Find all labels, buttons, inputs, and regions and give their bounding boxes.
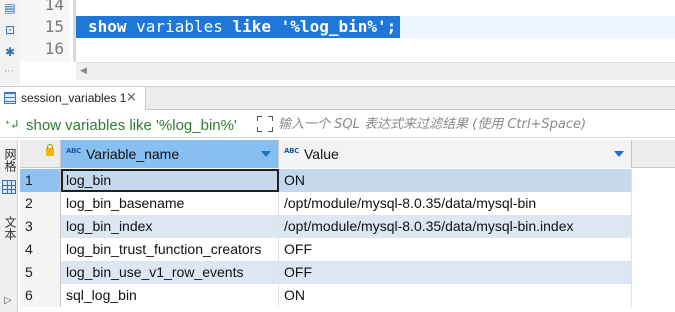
cell-value[interactable]: ON [279, 169, 632, 192]
query-text: show variables like '%log_bin%' [26, 117, 237, 134]
document-icon[interactable]: ▤ [2, 0, 18, 16]
cell-variable-name[interactable]: log_bin_trust_function_creators [61, 238, 279, 261]
cell-value[interactable]: /opt/module/mysql-8.0.35/data/mysql-bin [279, 192, 632, 215]
column-name: Variable_name [86, 146, 180, 162]
cell-variable-name[interactable]: log_bin [61, 169, 279, 192]
cell-variable-name[interactable]: sql_log_bin [61, 284, 279, 307]
tab-label: session_variables 1 [21, 91, 127, 105]
table-row[interactable]: 3 log_bin_index /opt/module/mysql-8.0.35… [20, 215, 675, 238]
chevron-down-icon[interactable] [261, 151, 271, 157]
table-row[interactable]: 1 log_bin ON [20, 169, 675, 192]
chevron-down-icon[interactable] [614, 151, 624, 157]
close-icon[interactable]: × [126, 90, 137, 105]
row-number[interactable]: 4 [20, 238, 61, 261]
sql-editor[interactable]: ▤ ⊡ ✱ ⋯ 14 15 16 show variables like '%l… [0, 0, 675, 85]
cell-variable-name[interactable]: log_bin_index [61, 215, 279, 238]
chevron-right-icon[interactable]: ▷ [4, 295, 12, 306]
row-number[interactable]: 3 [20, 215, 61, 238]
string-type-icon: ABC [66, 147, 81, 155]
filter-input[interactable] [278, 117, 658, 132]
lock-icon [46, 144, 54, 156]
text-view-tab[interactable]: 文本 [2, 216, 19, 240]
result-tab-bar: session_variables 1 × [0, 86, 675, 110]
cell-variable-name[interactable]: log_bin_basename [61, 192, 279, 215]
code-string: '%log_bin%'; [271, 17, 397, 36]
grid-corner[interactable] [20, 140, 61, 168]
column-name: Value [304, 146, 339, 162]
table-row[interactable]: 4 log_bin_trust_function_creators OFF [20, 238, 675, 261]
row-number[interactable]: 6 [20, 284, 61, 307]
scroll-left-icon[interactable]: ◀ [80, 66, 87, 76]
cell-value[interactable]: OFF [279, 238, 632, 261]
table-row[interactable]: 5 log_bin_use_v1_row_events OFF [20, 261, 675, 284]
terminal-icon[interactable]: ⊡ [2, 22, 18, 38]
view-mode-sidebar: 网格 文本 ▷ [0, 140, 18, 312]
row-number[interactable]: 1 [20, 169, 61, 192]
editor-horizontal-scrollbar[interactable]: ◀ [76, 62, 675, 80]
row-number[interactable]: 5 [20, 261, 61, 284]
table-row[interactable]: 2 log_bin_basename /opt/module/mysql-8.0… [20, 192, 675, 215]
filter-bar: ⁺↲ show variables like '%log_bin%' [0, 114, 675, 138]
row-number[interactable]: 2 [20, 192, 61, 215]
keyword-like: like [232, 17, 272, 36]
table-row[interactable]: 6 sql_log_bin ON [20, 284, 675, 307]
string-type-icon: ABC [284, 147, 299, 155]
editor-side-toolbar: ▤ ⊡ ✱ ⋯ [0, 0, 20, 85]
table-icon [4, 92, 16, 104]
tab-session-variables[interactable]: session_variables 1 × [0, 87, 146, 110]
grid-view-tab[interactable]: 网格 [2, 148, 19, 172]
expand-icon[interactable] [257, 116, 273, 132]
grid-header: ABC Variable_name ABC Value [20, 140, 675, 168]
column-header-value[interactable]: ABC Value [279, 140, 632, 168]
line-number: 14 [44, 0, 64, 14]
grid-icon[interactable] [2, 180, 16, 194]
line-number-gutter: 14 15 16 [20, 0, 70, 62]
more-dots-icon[interactable]: ⋯ [4, 66, 15, 77]
cell-value[interactable]: OFF [279, 261, 632, 284]
line-number: 15 [44, 17, 64, 36]
keyword-show: show [88, 17, 127, 36]
line-number: 16 [44, 39, 64, 58]
gear-icon[interactable]: ✱ [2, 44, 18, 60]
column-header-variable-name[interactable]: ABC Variable_name [61, 140, 279, 168]
cell-variable-name[interactable]: log_bin_use_v1_row_events [61, 261, 279, 284]
selected-sql-statement[interactable]: show variables like '%log_bin%'; [76, 16, 401, 38]
cell-value[interactable]: /opt/module/mysql-8.0.35/data/mysql-bin.… [279, 215, 632, 238]
code-text: variables [126, 17, 233, 36]
query-icon: ⁺↲ [4, 117, 19, 131]
cell-value[interactable]: ON [279, 284, 632, 307]
